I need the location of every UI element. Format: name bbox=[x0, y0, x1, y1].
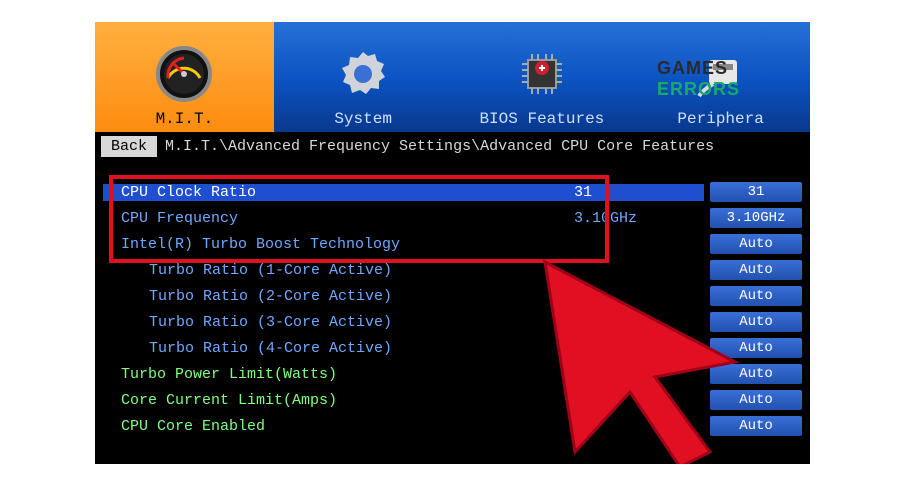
setting-label: CPU Core Enabled bbox=[103, 418, 574, 435]
setting-button[interactable]: Auto bbox=[710, 234, 802, 254]
setting-label: Turbo Ratio (3-Core Active) bbox=[103, 314, 574, 331]
setting-row-cpu-frequency[interactable]: CPU Frequency 3.10GHz 3.10GHz bbox=[103, 205, 802, 231]
setting-label: Turbo Ratio (1-Core Active) bbox=[103, 262, 574, 279]
setting-button[interactable]: Auto bbox=[710, 338, 802, 358]
breadcrumb: M.I.T.\Advanced Frequency Settings\Advan… bbox=[165, 138, 714, 155]
setting-row-turbo-power-limit[interactable]: Turbo Power Limit(Watts) 95 Auto bbox=[103, 361, 802, 387]
settings-panel: CPU Clock Ratio 31 31 CPU Frequency 3.10… bbox=[95, 161, 810, 439]
setting-label: Turbo Ratio (4-Core Active) bbox=[103, 340, 574, 357]
setting-button[interactable]: Auto bbox=[710, 286, 802, 306]
setting-row-cpu-clock-ratio[interactable]: CPU Clock Ratio 31 31 bbox=[103, 179, 802, 205]
setting-value: 95 bbox=[574, 366, 704, 383]
port-icon bbox=[691, 44, 751, 104]
setting-label: Intel(R) Turbo Boost Technology bbox=[103, 236, 574, 253]
tab-bar: M.I.T. System bbox=[95, 22, 810, 132]
setting-button[interactable]: 31 bbox=[710, 182, 802, 202]
bios-screen: M.I.T. System bbox=[95, 22, 810, 464]
setting-label: Turbo Power Limit(Watts) bbox=[103, 366, 574, 383]
tab-label: M.I.T. bbox=[156, 110, 214, 128]
setting-value: 4 bbox=[574, 418, 704, 435]
setting-button[interactable]: Auto bbox=[710, 312, 802, 332]
tab-system[interactable]: System bbox=[274, 22, 453, 132]
tab-label: Periphera bbox=[677, 110, 763, 128]
gauge-icon bbox=[154, 44, 214, 104]
setting-label: CPU Frequency bbox=[103, 210, 574, 227]
setting-row-turbo-ratio-2[interactable]: Turbo Ratio (2-Core Active) Auto bbox=[103, 283, 802, 309]
setting-row-turbo-ratio-3[interactable]: Turbo Ratio (3-Core Active) 3 Auto bbox=[103, 309, 802, 335]
setting-row-turbo-ratio-1[interactable]: Turbo Ratio (1-Core Active) Auto bbox=[103, 257, 802, 283]
setting-value: 97 bbox=[574, 392, 704, 409]
setting-value: 32 bbox=[574, 340, 704, 357]
setting-button[interactable]: Auto bbox=[710, 390, 802, 410]
setting-button[interactable]: Auto bbox=[710, 416, 802, 436]
setting-value: 31 bbox=[574, 184, 704, 201]
setting-button[interactable]: 3.10GHz bbox=[710, 208, 802, 228]
setting-label: CPU Clock Ratio bbox=[103, 184, 574, 201]
tab-peripherals[interactable]: Periphera bbox=[631, 22, 810, 132]
breadcrumb-row: Back M.I.T.\Advanced Frequency Settings\… bbox=[95, 132, 810, 161]
setting-row-turbo-ratio-4[interactable]: Turbo Ratio (4-Core Active) 32 Auto bbox=[103, 335, 802, 361]
setting-label: Core Current Limit(Amps) bbox=[103, 392, 574, 409]
setting-value: 3 bbox=[574, 314, 704, 331]
tab-label: BIOS Features bbox=[479, 110, 604, 128]
setting-row-cpu-core-enabled[interactable]: CPU Core Enabled 4 Auto bbox=[103, 413, 802, 439]
setting-button[interactable]: Auto bbox=[710, 260, 802, 280]
setting-value: 3.10GHz bbox=[574, 210, 704, 227]
back-button[interactable]: Back bbox=[101, 136, 157, 157]
setting-label: Turbo Ratio (2-Core Active) bbox=[103, 288, 574, 305]
chip-icon bbox=[512, 44, 572, 104]
tab-label: System bbox=[334, 110, 392, 128]
setting-row-core-current-limit[interactable]: Core Current Limit(Amps) 97 Auto bbox=[103, 387, 802, 413]
tab-mit[interactable]: M.I.T. bbox=[95, 22, 274, 132]
tab-bios-features[interactable]: BIOS Features bbox=[453, 22, 632, 132]
setting-row-turbo-boost[interactable]: Intel(R) Turbo Boost Technology Auto bbox=[103, 231, 802, 257]
setting-button[interactable]: Auto bbox=[710, 364, 802, 384]
gear-icon bbox=[333, 44, 393, 104]
